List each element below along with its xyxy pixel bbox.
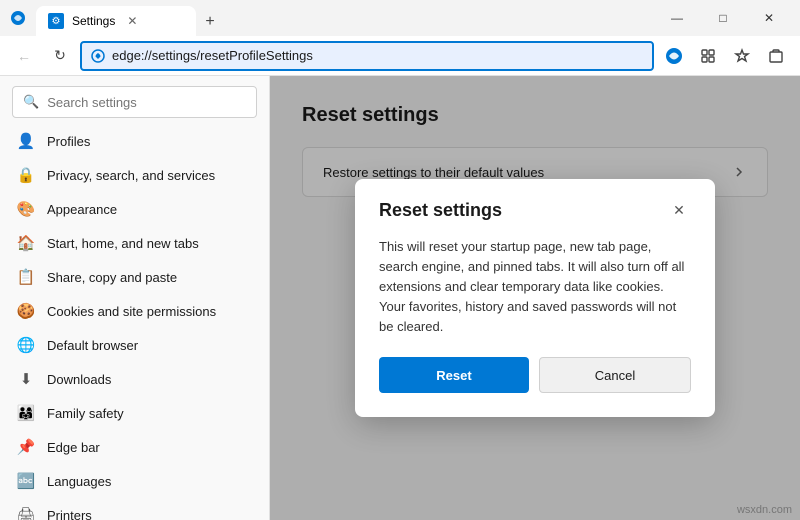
dialog-close-button[interactable]: ✕ xyxy=(667,199,691,223)
profiles-icon: 👤 xyxy=(17,132,35,150)
search-box[interactable]: 🔍 xyxy=(12,86,257,118)
close-button[interactable]: ✕ xyxy=(746,0,792,36)
titlebar: ⚙ Settings ✕ + — □ ✕ xyxy=(0,0,800,36)
search-input[interactable] xyxy=(47,95,246,110)
sidebar-item-label: Appearance xyxy=(47,202,117,217)
browser-icon: 🌐 xyxy=(17,336,35,354)
dialog-title: Reset settings xyxy=(379,200,502,221)
sidebar-item-label: Start, home, and new tabs xyxy=(47,236,199,251)
main-layout: 🔍 👤 Profiles 🔒 Privacy, search, and serv… xyxy=(0,76,800,520)
languages-icon: 🔤 xyxy=(17,472,35,490)
dialog-header: Reset settings ✕ xyxy=(379,199,691,223)
reset-dialog: Reset settings ✕ This will reset your st… xyxy=(355,179,715,418)
sidebar-item-label: Languages xyxy=(47,474,111,489)
security-icon xyxy=(90,48,106,64)
cancel-button[interactable]: Cancel xyxy=(539,357,691,393)
favorites-button[interactable] xyxy=(726,40,758,72)
toolbar: ← ↻ edge://settings/resetProfileSettings xyxy=(0,36,800,76)
sidebar-item-profiles[interactable]: 👤 Profiles xyxy=(0,124,269,158)
family-icon: 👨‍👩‍👧 xyxy=(17,404,35,422)
sidebar-item-start-home[interactable]: 🏠 Start, home, and new tabs xyxy=(0,226,269,260)
sidebar-item-label: Default browser xyxy=(47,338,138,353)
modal-overlay: Reset settings ✕ This will reset your st… xyxy=(270,76,800,520)
sidebar-item-privacy[interactable]: 🔒 Privacy, search, and services xyxy=(0,158,269,192)
new-tab-button[interactable]: + xyxy=(196,8,224,36)
address-text: edge://settings/resetProfileSettings xyxy=(112,48,644,63)
extensions-button[interactable] xyxy=(692,40,724,72)
sidebar-item-default-browser[interactable]: 🌐 Default browser xyxy=(0,328,269,362)
privacy-icon: 🔒 xyxy=(17,166,35,184)
dialog-footer: Reset Cancel xyxy=(379,357,691,393)
sidebar-item-label: Cookies and site permissions xyxy=(47,304,216,319)
sidebar-item-share[interactable]: 📋 Share, copy and paste xyxy=(0,260,269,294)
refresh-button[interactable]: ↻ xyxy=(44,40,76,72)
content-area: Reset settings Restore settings to their… xyxy=(270,76,800,520)
cookies-icon: 🍪 xyxy=(17,302,35,320)
edge-bar-icon: 📌 xyxy=(17,438,35,456)
sidebar-item-label: Edge bar xyxy=(47,440,100,455)
sidebar-item-cookies[interactable]: 🍪 Cookies and site permissions xyxy=(0,294,269,328)
reset-confirm-button[interactable]: Reset xyxy=(379,357,529,393)
downloads-icon: ⬇ xyxy=(17,370,35,388)
search-icon: 🔍 xyxy=(23,94,39,110)
sidebar-item-languages[interactable]: 🔤 Languages xyxy=(0,464,269,498)
sidebar-item-label: Printers xyxy=(47,508,92,520)
toolbar-icons xyxy=(658,40,792,72)
sidebar-item-label: Family safety xyxy=(47,406,124,421)
sidebar-item-printers[interactable]: 🖨 Printers xyxy=(0,498,269,520)
sidebar-item-downloads[interactable]: ⬇ Downloads xyxy=(0,362,269,396)
dialog-body: This will reset your startup page, new t… xyxy=(379,237,691,338)
sidebar-item-label: Profiles xyxy=(47,134,90,149)
sidebar-item-label: Privacy, search, and services xyxy=(47,168,215,183)
back-button[interactable]: ← xyxy=(8,40,40,72)
address-bar[interactable]: edge://settings/resetProfileSettings xyxy=(80,41,654,71)
tab-close-button[interactable]: ✕ xyxy=(123,12,141,30)
window-controls: — □ ✕ xyxy=(654,0,792,36)
sidebar-item-label: Share, copy and paste xyxy=(47,270,177,285)
browser-favicon xyxy=(8,8,28,28)
tab-label: Settings xyxy=(72,14,115,28)
sidebar-item-appearance[interactable]: 🎨 Appearance xyxy=(0,192,269,226)
sidebar-item-edge-bar[interactable]: 📌 Edge bar xyxy=(0,430,269,464)
printers-icon: 🖨 xyxy=(17,506,35,520)
minimize-button[interactable]: — xyxy=(654,0,700,36)
sidebar: 🔍 👤 Profiles 🔒 Privacy, search, and serv… xyxy=(0,76,270,520)
collections-button[interactable] xyxy=(760,40,792,72)
appearance-icon: 🎨 xyxy=(17,200,35,218)
edge-icon[interactable] xyxy=(658,40,690,72)
tab-favicon: ⚙ xyxy=(48,13,64,29)
sidebar-item-label: Downloads xyxy=(47,372,111,387)
home-icon: 🏠 xyxy=(17,234,35,252)
maximize-button[interactable]: □ xyxy=(700,0,746,36)
tab-bar: ⚙ Settings ✕ + xyxy=(36,0,646,36)
sidebar-item-family[interactable]: 👨‍👩‍👧 Family safety xyxy=(0,396,269,430)
share-icon: 📋 xyxy=(17,268,35,286)
settings-tab[interactable]: ⚙ Settings ✕ xyxy=(36,6,196,36)
